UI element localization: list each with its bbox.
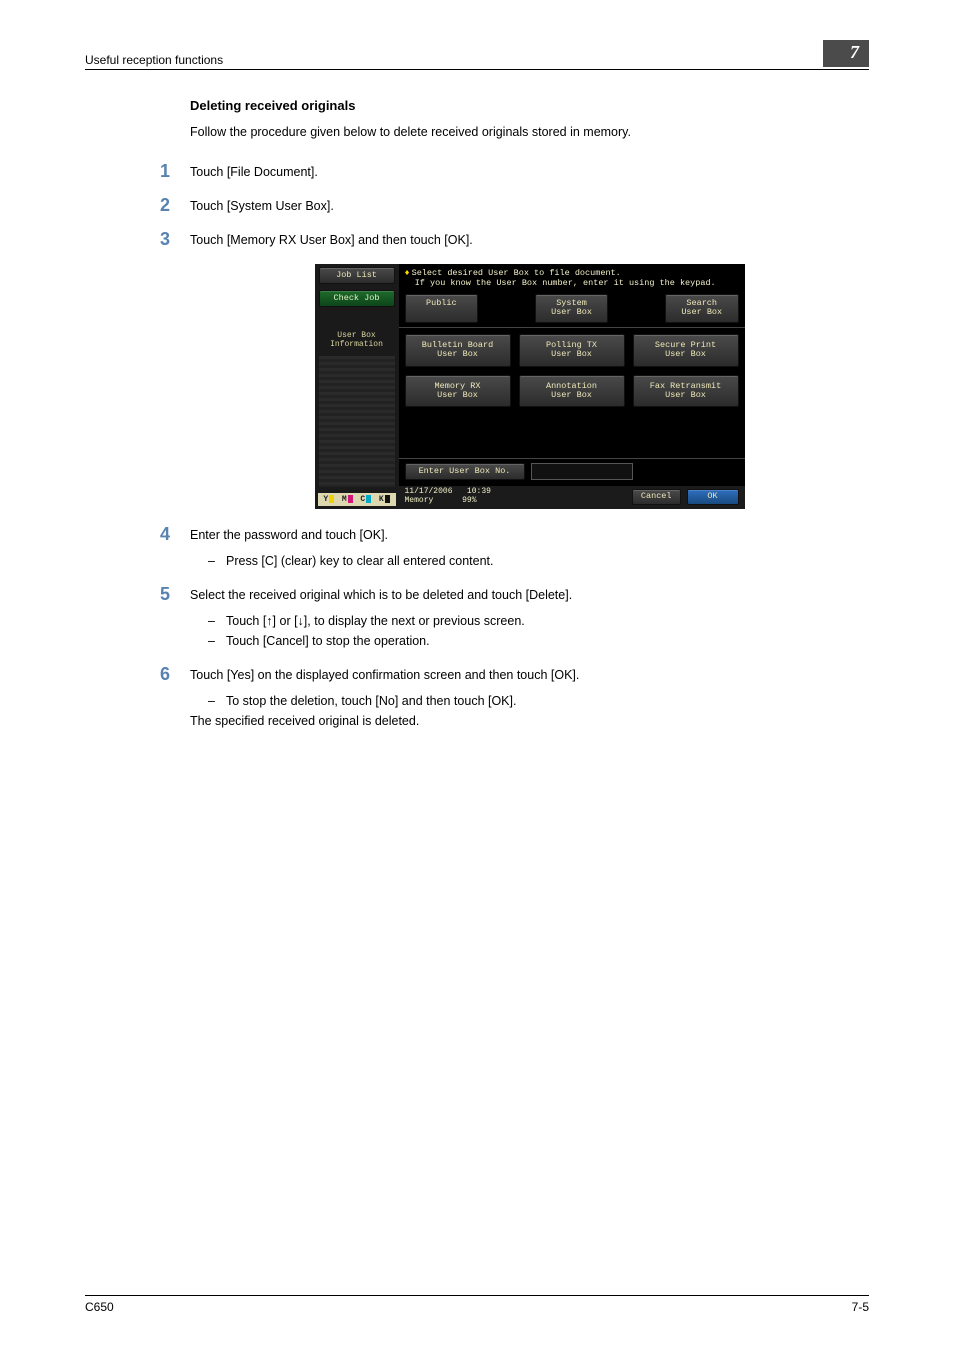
step-number: 4	[160, 525, 190, 545]
memory-rx-user-box[interactable]: Memory RX User Box	[405, 375, 511, 408]
step-number: 2	[160, 196, 190, 216]
step-number: 6	[160, 665, 190, 685]
check-job-button[interactable]: Check Job	[319, 290, 395, 307]
footer-model: C650	[85, 1300, 114, 1314]
step-number: 5	[160, 585, 190, 605]
bulletin-board-user-box[interactable]: Bulletin Board User Box	[405, 334, 511, 367]
system-user-box-tab[interactable]: System User Box	[535, 294, 609, 323]
substep-text: Touch [Cancel] to stop the operation.	[226, 631, 430, 651]
chapter-number: 7	[823, 40, 869, 67]
fax-retransmit-user-box[interactable]: Fax Retransmit User Box	[633, 375, 739, 408]
bulb-icon: ♦	[405, 268, 410, 278]
ok-button[interactable]: OK	[687, 489, 739, 504]
search-user-box-tab[interactable]: Search User Box	[665, 294, 739, 323]
user-box-information-label: User Box Information	[319, 332, 395, 350]
cancel-button[interactable]: Cancel	[632, 489, 681, 504]
job-list-button[interactable]: Job List	[319, 267, 395, 284]
user-box-no-field[interactable]	[531, 463, 633, 480]
step-number: 3	[160, 230, 190, 250]
polling-tx-user-box[interactable]: Polling TX User Box	[519, 334, 625, 367]
device-screenshot: Job List Check Job User Box Information …	[315, 264, 745, 509]
public-tab[interactable]: Public	[405, 294, 479, 323]
step-text: Touch [System User Box].	[190, 196, 334, 216]
status-info: 11/17/2006 10:39 Memory 99%	[405, 488, 491, 506]
step-text: Select the received original which is to…	[190, 588, 572, 602]
substep-text: Touch [↑] or [↓], to display the next or…	[226, 611, 525, 631]
toner-indicator: Y M C K	[318, 493, 396, 506]
step-result-text: The specified received original is delet…	[190, 711, 579, 731]
enter-user-box-no-label: Enter User Box No.	[405, 463, 525, 480]
step-text: Touch [Memory RX User Box] and then touc…	[190, 230, 473, 250]
substep-text: To stop the deletion, touch [No] and the…	[226, 691, 516, 711]
secure-print-user-box[interactable]: Secure Print User Box	[633, 334, 739, 367]
step-text: Touch [Yes] on the displayed confirmatio…	[190, 668, 579, 682]
intro-text: Follow the procedure given below to dele…	[190, 123, 869, 142]
footer-page: 7-5	[852, 1300, 869, 1314]
substep-text: Press [C] (clear) key to clear all enter…	[226, 551, 493, 571]
step-number: 1	[160, 162, 190, 182]
annotation-user-box[interactable]: Annotation User Box	[519, 375, 625, 408]
section-title: Deleting received originals	[190, 98, 869, 113]
instruction-text: ♦Select desired User Box to file documen…	[399, 264, 745, 294]
header-section: Useful reception functions	[85, 53, 223, 67]
step-text: Touch [File Document].	[190, 162, 318, 182]
step-text: Enter the password and touch [OK].	[190, 528, 388, 542]
